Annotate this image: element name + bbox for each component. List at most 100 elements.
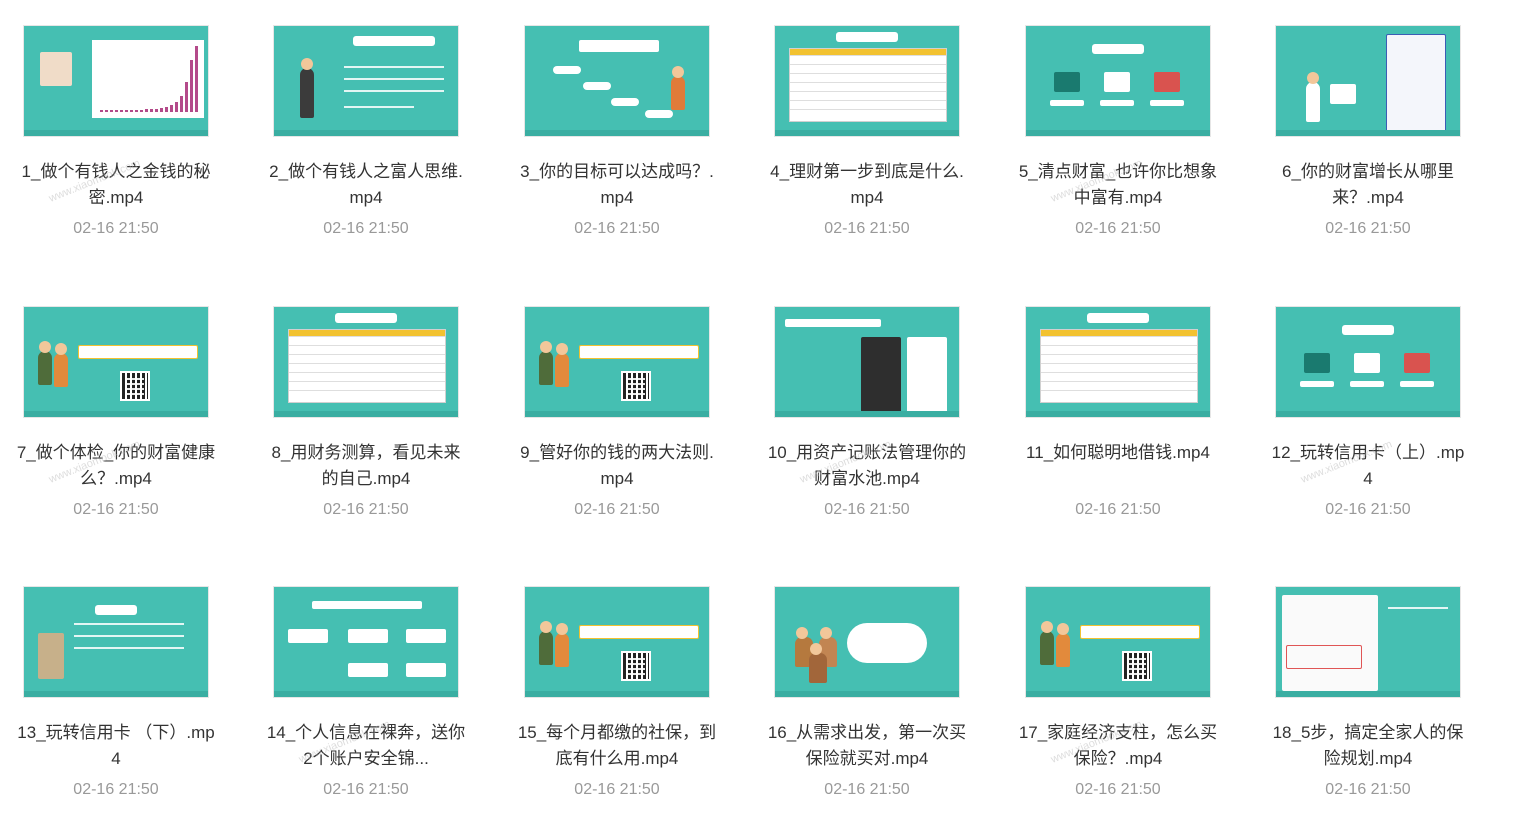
- qr-code-icon: [120, 371, 150, 401]
- label-icon: [1050, 100, 1084, 106]
- form-sheet-icon: [1282, 595, 1378, 691]
- video-card[interactable]: 16_从需求出发，第一次买保险就买对.mp4 02-16 21:50: [757, 586, 977, 799]
- chart-bar: [195, 46, 198, 112]
- banner-icon: [579, 625, 699, 639]
- video-thumbnail[interactable]: [1275, 25, 1461, 137]
- video-card[interactable]: 1_做个有钱人之金钱的秘密.mp4 02-16 21:50: [6, 25, 226, 238]
- text-line-icon: [344, 78, 444, 80]
- table-row-icon: [1041, 372, 1197, 381]
- video-card[interactable]: 10_用资产记账法管理你的财富水池.mp4 02-16 21:50: [757, 306, 977, 519]
- label-icon: [1400, 381, 1434, 387]
- video-card[interactable]: 15_每个月都缴的社保，到底有什么用.mp4 02-16 21:50: [507, 586, 727, 799]
- video-thumbnail[interactable]: [273, 586, 459, 698]
- table-row-icon: [790, 73, 946, 82]
- video-title[interactable]: 18_5步，搞定全家人的保险规划.mp4: [1258, 720, 1478, 772]
- video-card[interactable]: 18_5步，搞定全家人的保险规划.mp4 02-16 21:50: [1258, 586, 1478, 799]
- video-title[interactable]: 13_玩转信用卡 （下）.mp4: [6, 720, 226, 772]
- chart-bar: [120, 110, 123, 112]
- video-card[interactable]: 3_你的目标可以达成吗？.mp4 02-16 21:50: [507, 25, 727, 238]
- video-thumbnail[interactable]: [774, 586, 960, 698]
- video-title[interactable]: 6_你的财富增长从哪里来？.mp4: [1258, 159, 1478, 211]
- text-line-icon: [1388, 607, 1448, 609]
- video-thumbnail[interactable]: [23, 25, 209, 137]
- thumbnail-footer: [274, 691, 458, 697]
- video-thumbnail[interactable]: [524, 306, 710, 418]
- table-row-icon: [1041, 390, 1197, 399]
- video-title[interactable]: 7_做个体检_你的财富健康么？.mp4: [6, 440, 226, 492]
- person-icon: [555, 343, 569, 387]
- video-title[interactable]: 14_个人信息在裸奔，送你2个账户安全锦...: [256, 720, 476, 772]
- video-thumbnail[interactable]: [1275, 306, 1461, 418]
- video-title[interactable]: 1_做个有钱人之金钱的秘密.mp4: [6, 159, 226, 211]
- thumbnail-footer: [775, 130, 959, 136]
- banner-icon: [1080, 625, 1200, 639]
- person-icon: [1056, 623, 1070, 667]
- flow-node-icon: [406, 629, 446, 643]
- video-date: 02-16 21:50: [323, 220, 409, 237]
- thumbnail-footer: [274, 130, 458, 136]
- video-card[interactable]: 13_玩转信用卡 （下）.mp4 02-16 21:50: [6, 586, 226, 799]
- video-thumbnail[interactable]: [774, 25, 960, 137]
- video-thumbnail[interactable]: [774, 306, 960, 418]
- video-title[interactable]: 8_用财务测算，看见未来的自己.mp4: [256, 440, 476, 492]
- video-thumbnail[interactable]: [524, 25, 710, 137]
- video-card[interactable]: 4_理财第一步到底是什么.mp4 02-16 21:50: [757, 25, 977, 238]
- video-card[interactable]: 12_玩转信用卡（上）.mp4 02-16 21:50: [1258, 306, 1478, 519]
- video-thumbnail[interactable]: [1275, 586, 1461, 698]
- video-title[interactable]: 16_从需求出发，第一次买保险就买对.mp4: [757, 720, 977, 772]
- video-thumbnail[interactable]: [23, 306, 209, 418]
- video-card[interactable]: 8_用财务测算，看见未来的自己.mp4 02-16 21:50: [256, 306, 476, 519]
- banner-icon: [785, 319, 881, 327]
- presenter-icon: [300, 58, 314, 118]
- video-date: 02-16 21:50: [1325, 781, 1411, 798]
- video-thumbnail[interactable]: [273, 25, 459, 137]
- video-card[interactable]: 7_做个体检_你的财富健康么？.mp4 02-16 21:50: [6, 306, 226, 519]
- thumbnail-footer: [274, 411, 458, 417]
- video-title[interactable]: 5_清点财富_也许你比想象中富有.mp4: [1008, 159, 1228, 211]
- text-line-icon: [74, 647, 184, 649]
- chart-bar: [185, 82, 188, 112]
- speech-bubble-icon: [553, 66, 581, 74]
- speech-bubble-icon: [579, 40, 659, 52]
- video-card[interactable]: 11_如何聪明地借钱.mp4 02-16 21:50: [1008, 306, 1228, 519]
- video-title[interactable]: 12_玩转信用卡（上）.mp4: [1258, 440, 1478, 492]
- thumbnail-footer: [1276, 130, 1460, 136]
- label-icon: [1300, 381, 1334, 387]
- video-card[interactable]: 6_你的财富增长从哪里来？.mp4 02-16 21:50: [1258, 25, 1478, 238]
- video-title[interactable]: 9_管好你的钱的两大法则.mp4: [507, 440, 727, 492]
- video-thumbnail[interactable]: [273, 306, 459, 418]
- video-thumbnail[interactable]: [23, 586, 209, 698]
- speech-bubble-icon: [645, 110, 673, 118]
- video-card[interactable]: 17_家庭经济支柱，怎么买保险？.mp4 02-16 21:50: [1008, 586, 1228, 799]
- video-title[interactable]: 2_做个有钱人之富人思维.mp4: [256, 159, 476, 211]
- table-row-icon: [289, 372, 445, 381]
- thumbnail-footer: [24, 411, 208, 417]
- video-thumbnail[interactable]: [1025, 25, 1211, 137]
- thumbnail-footer: [775, 411, 959, 417]
- asset-icon: [1054, 72, 1080, 92]
- video-title[interactable]: 4_理财第一步到底是什么.mp4: [757, 159, 977, 211]
- flow-node-icon: [348, 663, 388, 677]
- video-thumbnail[interactable]: [1025, 586, 1211, 698]
- person-icon: [555, 623, 569, 667]
- video-title[interactable]: 17_家庭经济支柱，怎么买保险？.mp4: [1008, 720, 1228, 772]
- person-icon: [54, 343, 68, 387]
- table-row-icon: [289, 336, 445, 345]
- table-row-icon: [790, 55, 946, 64]
- video-title[interactable]: 15_每个月都缴的社保，到底有什么用.mp4: [507, 720, 727, 772]
- video-title[interactable]: 10_用资产记账法管理你的财富水池.mp4: [757, 440, 977, 492]
- speech-bubble-icon: [847, 623, 927, 663]
- video-date: 02-16 21:50: [323, 781, 409, 798]
- video-card[interactable]: 9_管好你的钱的两大法则.mp4 02-16 21:50: [507, 306, 727, 519]
- video-card[interactable]: 2_做个有钱人之富人思维.mp4 02-16 21:50: [256, 25, 476, 238]
- chart-bar: [180, 96, 183, 112]
- chart-bar: [125, 110, 128, 112]
- table-row-icon: [289, 381, 445, 390]
- video-card[interactable]: 5_清点财富_也许你比想象中富有.mp4 02-16 21:50: [1008, 25, 1228, 238]
- video-title[interactable]: 11_如何聪明地借钱.mp4: [1008, 440, 1228, 492]
- phone-screen-icon: [861, 337, 901, 413]
- video-card[interactable]: 14_个人信息在裸奔，送你2个账户安全锦... 02-16 21:50: [256, 586, 476, 799]
- video-thumbnail[interactable]: [1025, 306, 1211, 418]
- video-thumbnail[interactable]: [524, 586, 710, 698]
- video-title[interactable]: 3_你的目标可以达成吗？.mp4: [507, 159, 727, 211]
